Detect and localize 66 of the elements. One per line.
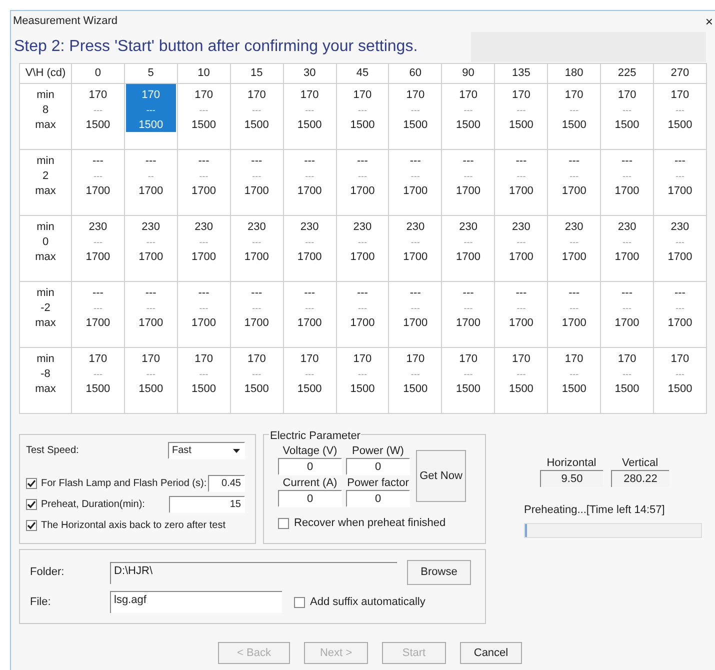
checkbox[interactable] xyxy=(26,499,37,510)
row-label: max xyxy=(34,118,57,133)
value-field[interactable]: 0 xyxy=(346,490,410,507)
step-heading: Step 2: Press 'Start' button after confirming your settings. xyxy=(14,37,419,57)
file-field[interactable]: lsg.agf xyxy=(110,591,282,613)
column-header: 90 xyxy=(442,64,495,84)
corner-header: V\H (cd) xyxy=(20,64,72,84)
close-button[interactable]: × xyxy=(705,14,713,28)
row-label: min xyxy=(36,352,56,367)
row-label: 2 xyxy=(41,169,50,184)
value-field[interactable]: 15 xyxy=(169,496,245,513)
row-label: max xyxy=(34,382,57,397)
field-label: Folder: xyxy=(30,565,66,580)
column-header: 135 xyxy=(494,64,548,84)
speed-dropdown[interactable]: Fast xyxy=(168,442,245,459)
checkbox[interactable] xyxy=(294,596,305,608)
readout-field: 9.50 xyxy=(540,470,603,487)
field-label: Test Speed: xyxy=(26,444,79,458)
field-label: Horizontal xyxy=(546,456,596,470)
column-header: 30 xyxy=(283,64,336,84)
row-label: min xyxy=(36,88,56,103)
field-label: Power factor xyxy=(347,477,409,490)
field-label: Voltage (V) xyxy=(282,445,338,458)
value-field[interactable]: 0 xyxy=(346,458,410,475)
field-label: Vertical xyxy=(622,456,658,470)
column-header: 60 xyxy=(388,64,442,84)
row-label: min xyxy=(36,220,56,235)
option-label: For Flash Lamp and Flash Period (s): xyxy=(41,477,207,491)
dropdown-arrow-icon xyxy=(233,448,240,452)
column-header: 270 xyxy=(653,64,706,84)
row-label: min xyxy=(36,154,56,169)
option-label: The Horizontal axis back to zero after test xyxy=(41,519,226,533)
field-label: File: xyxy=(30,594,52,610)
readout-field: 280.22 xyxy=(611,470,669,487)
column-header: 180 xyxy=(548,64,601,84)
field-label: Power (W) xyxy=(352,445,404,458)
checkbox[interactable] xyxy=(26,520,37,531)
column-header: 225 xyxy=(600,64,654,84)
browse-button[interactable]: Browse xyxy=(407,560,471,585)
table-cell[interactable]: 170 --- 1500 xyxy=(126,84,176,132)
column-header: 10 xyxy=(177,64,230,84)
column-header: 0 xyxy=(72,64,124,84)
column-header: 15 xyxy=(230,64,284,84)
column-header: 45 xyxy=(336,64,389,84)
value-field[interactable]: 0 xyxy=(278,490,342,507)
checkbox-label: Recover when preheat finished xyxy=(294,516,446,531)
wizard-button[interactable]: Cancel xyxy=(460,642,522,664)
option-label: Preheat, Duration(min): xyxy=(41,498,145,512)
checkbox-label: Add suffix automatically xyxy=(310,594,426,610)
value-field[interactable]: 0.45 xyxy=(208,475,245,492)
window-title: Measurement Wizard xyxy=(13,14,118,29)
folder-field[interactable]: D:\HJR\ xyxy=(110,562,397,584)
row-label: max xyxy=(34,184,57,199)
row-label: -8 xyxy=(40,367,52,382)
get-now-button[interactable]: Get Now xyxy=(416,450,466,502)
checkbox[interactable] xyxy=(278,518,289,529)
status-text: Preheating...[Time left 14:57] xyxy=(524,503,666,518)
field-label: Current (A) xyxy=(282,477,338,490)
row-label: min xyxy=(36,286,56,301)
value-field[interactable]: 0 xyxy=(278,458,342,475)
row-label: -2 xyxy=(40,301,52,316)
row-label: 0 xyxy=(41,235,50,250)
row-label: max xyxy=(34,316,57,331)
row-label: max xyxy=(34,250,57,265)
row-label: 8 xyxy=(41,103,50,118)
checkbox[interactable] xyxy=(26,478,37,489)
